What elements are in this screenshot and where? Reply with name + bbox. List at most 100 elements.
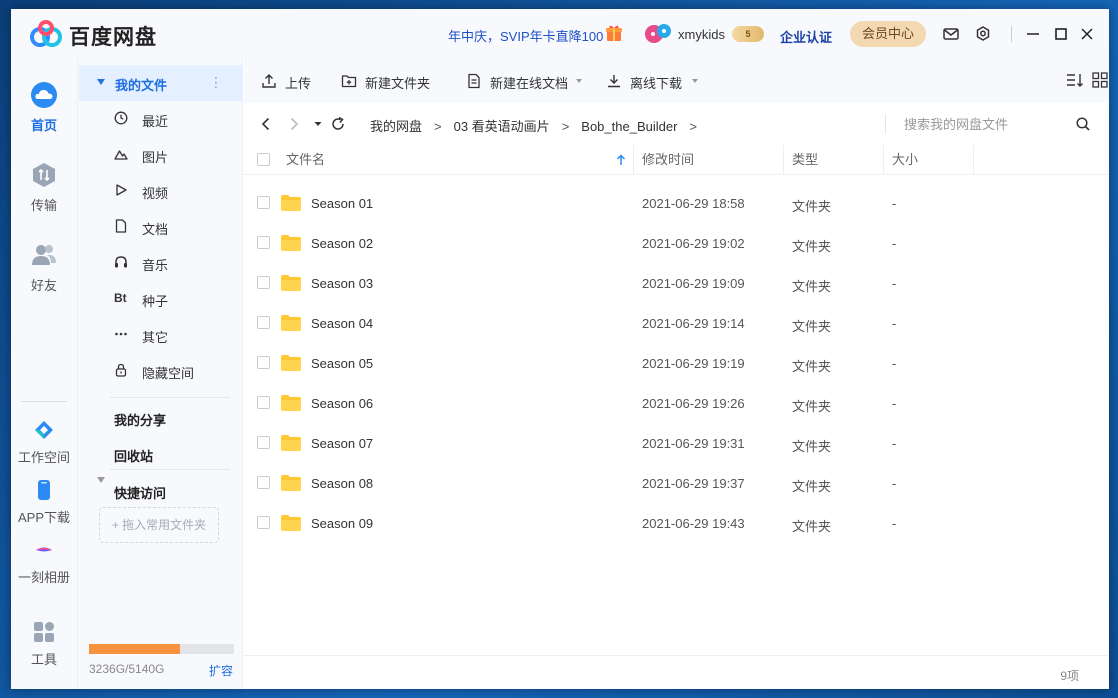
file-name[interactable]: Season 04 bbox=[311, 316, 373, 331]
rail-home[interactable]: 首页 bbox=[11, 81, 77, 134]
close-icon[interactable] bbox=[1077, 24, 1097, 44]
promo-link[interactable]: 年中庆，SVIP年卡直降100 bbox=[448, 26, 603, 45]
table-row[interactable]: Season 03 2021-06-29 19:09 文件夹 - bbox=[244, 263, 1109, 303]
table-row[interactable]: Season 01 2021-06-29 18:58 文件夹 - bbox=[244, 183, 1109, 223]
expand-storage-link[interactable]: 扩容 bbox=[209, 662, 233, 679]
sidebar-item-others[interactable]: 其它 bbox=[114, 317, 244, 353]
row-checkbox[interactable] bbox=[257, 516, 270, 529]
collapse-triangle-icon[interactable] bbox=[97, 79, 105, 85]
row-checkbox[interactable] bbox=[257, 276, 270, 289]
sort-ascending-icon[interactable] bbox=[616, 154, 626, 166]
breadcrumb-item[interactable]: Bob_the_Builder bbox=[581, 119, 677, 134]
user-avatar[interactable] bbox=[644, 22, 672, 46]
file-size: - bbox=[892, 436, 897, 451]
sidebar-item-videos[interactable]: 视频 bbox=[114, 173, 244, 209]
sidebar-item-hidden-space[interactable]: 隐藏空间 bbox=[114, 353, 244, 389]
gift-icon[interactable] bbox=[605, 24, 623, 42]
row-checkbox[interactable] bbox=[257, 476, 270, 489]
sidebar-item-label: 音乐 bbox=[142, 258, 169, 273]
vip-center-button[interactable]: 会员中心 bbox=[850, 21, 926, 47]
breadcrumb-item[interactable]: 03 看英语动画片 bbox=[454, 116, 550, 135]
sidebar-item-my-shares[interactable]: 我的分享 bbox=[114, 410, 166, 429]
sort-icon[interactable] bbox=[1066, 71, 1084, 89]
rail-transfer[interactable]: 传输 bbox=[11, 161, 77, 214]
refresh-icon[interactable] bbox=[330, 116, 346, 132]
file-name[interactable]: Season 06 bbox=[311, 396, 373, 411]
file-name[interactable]: Season 02 bbox=[311, 236, 373, 251]
file-name[interactable]: Season 01 bbox=[311, 196, 373, 211]
table-row[interactable]: Season 08 2021-06-29 19:37 文件夹 - bbox=[244, 463, 1109, 503]
back-arrow-icon[interactable] bbox=[258, 116, 274, 132]
rail-album[interactable]: 一刻相册 bbox=[11, 539, 77, 586]
history-dropdown-icon[interactable] bbox=[310, 116, 326, 132]
column-header-modified[interactable]: 修改时间 bbox=[634, 145, 784, 175]
file-name[interactable]: Season 08 bbox=[311, 476, 373, 491]
file-name[interactable]: Season 09 bbox=[311, 516, 373, 531]
column-header-name[interactable]: 文件名 bbox=[278, 145, 634, 175]
enterprise-verify-link[interactable]: 企业认证 bbox=[780, 27, 832, 46]
mail-icon[interactable] bbox=[942, 25, 960, 43]
table-row[interactable]: Season 05 2021-06-29 19:19 文件夹 - bbox=[244, 343, 1109, 383]
rail-workspace[interactable]: 工作空间 bbox=[11, 419, 77, 466]
sidebar-item-music[interactable]: 音乐 bbox=[114, 245, 244, 281]
forward-arrow-icon[interactable] bbox=[286, 116, 302, 132]
online-doc-icon bbox=[468, 73, 480, 89]
collapse-triangle-icon[interactable] bbox=[97, 477, 105, 483]
settings-icon[interactable] bbox=[974, 25, 992, 43]
search-icon[interactable] bbox=[1075, 116, 1091, 132]
new-online-doc-button[interactable]: 新建在线文档 bbox=[466, 72, 586, 91]
dropdown-caret-icon[interactable] bbox=[576, 79, 582, 83]
sidebar-item-images[interactable]: 图片 bbox=[114, 137, 244, 173]
upload-button[interactable]: 上传 bbox=[261, 72, 321, 91]
row-checkbox[interactable] bbox=[257, 396, 270, 409]
sidebar-item-recycle-bin[interactable]: 回收站 bbox=[114, 446, 153, 465]
nav-rail: 首页 传输 好友 工作空间 APP下载 一刻相册 工具 bbox=[11, 59, 77, 689]
row-checkbox[interactable] bbox=[257, 436, 270, 449]
download-icon bbox=[608, 75, 620, 88]
new-folder-button[interactable]: 新建文件夹 bbox=[341, 72, 441, 91]
select-all-checkbox[interactable] bbox=[257, 153, 270, 166]
more-vertical-icon[interactable]: ⋮ bbox=[209, 74, 223, 91]
svip-badge[interactable]: 5 bbox=[732, 26, 764, 42]
sidebar-divider bbox=[110, 469, 230, 470]
rail-friends[interactable]: 好友 bbox=[11, 241, 77, 294]
file-type: 文件夹 bbox=[792, 319, 832, 334]
grid-view-icon[interactable] bbox=[1091, 71, 1109, 89]
table-header: 文件名 修改时间 类型 大小 bbox=[244, 145, 1109, 175]
column-header-size[interactable]: 大小 bbox=[884, 145, 974, 175]
file-name[interactable]: Season 07 bbox=[311, 436, 373, 451]
rail-app-download[interactable]: APP下载 bbox=[11, 479, 77, 526]
row-checkbox[interactable] bbox=[257, 236, 270, 249]
file-name[interactable]: Season 05 bbox=[311, 356, 373, 371]
file-size: - bbox=[892, 356, 897, 371]
file-name[interactable]: Season 03 bbox=[311, 276, 373, 291]
table-row[interactable]: Season 04 2021-06-29 19:14 文件夹 - bbox=[244, 303, 1109, 343]
sidebar-item-recent[interactable]: 最近 bbox=[114, 101, 244, 137]
row-checkbox[interactable] bbox=[257, 356, 270, 369]
rail-tools[interactable]: 工具 bbox=[11, 621, 77, 668]
status-bar: 9项 bbox=[244, 655, 1109, 689]
table-row[interactable]: Season 09 2021-06-29 19:43 文件夹 - bbox=[244, 503, 1109, 543]
file-modified: 2021-06-29 19:26 bbox=[642, 396, 745, 411]
offline-download-button[interactable]: 离线下载 bbox=[606, 72, 702, 91]
search-input[interactable] bbox=[904, 115, 1064, 133]
storage-usage: 3236G/5140G bbox=[89, 662, 165, 676]
username[interactable]: xmykids bbox=[678, 27, 725, 42]
sidebar-item-quick-access[interactable]: 快捷访问 bbox=[114, 483, 166, 502]
table-row[interactable]: Season 06 2021-06-29 19:26 文件夹 - bbox=[244, 383, 1109, 423]
column-header-type[interactable]: 类型 bbox=[784, 145, 884, 175]
sidebar-item-documents[interactable]: 文档 bbox=[114, 209, 244, 245]
row-checkbox[interactable] bbox=[257, 196, 270, 209]
sidebar-item-my-files[interactable]: 我的文件 ⋮ bbox=[79, 65, 243, 101]
app-window: 百度网盘 年中庆，SVIP年卡直降100 xmykids 5 企业认证 会员中心 bbox=[11, 9, 1109, 689]
maximize-icon[interactable] bbox=[1051, 24, 1071, 44]
row-checkbox[interactable] bbox=[257, 316, 270, 329]
sidebar-item-torrents[interactable]: Bt 种子 bbox=[114, 281, 244, 317]
table-row[interactable]: Season 02 2021-06-29 19:02 文件夹 - bbox=[244, 223, 1109, 263]
dropdown-caret-icon[interactable] bbox=[692, 79, 698, 83]
minimize-icon[interactable] bbox=[1023, 24, 1043, 44]
lock-icon bbox=[115, 363, 127, 377]
quick-access-drop-zone[interactable]: + 拖入常用文件夹 bbox=[99, 507, 219, 543]
table-row[interactable]: Season 07 2021-06-29 19:31 文件夹 - bbox=[244, 423, 1109, 463]
breadcrumb-item[interactable]: 我的网盘 bbox=[370, 116, 422, 135]
